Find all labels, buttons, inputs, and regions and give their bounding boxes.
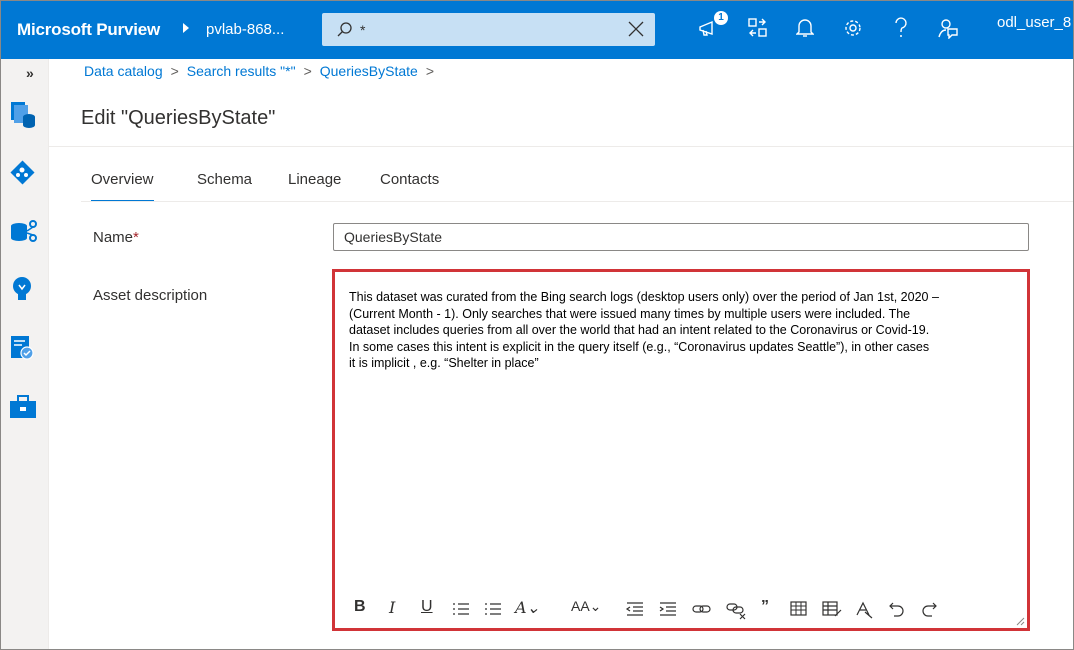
insert-table-icon[interactable] xyxy=(789,598,811,620)
description-editor[interactable]: This dataset was curated from the Bing s… xyxy=(332,269,1030,631)
divider xyxy=(81,201,1073,202)
font-size-icon[interactable]: AA⌄ xyxy=(571,598,601,620)
chevron-right-icon: > xyxy=(425,63,434,79)
page-title: Edit "QueriesByState" xyxy=(81,107,276,129)
resize-handle-icon[interactable] xyxy=(1015,616,1025,626)
link-icon[interactable] xyxy=(691,598,713,620)
quote-icon[interactable]: ” xyxy=(761,598,769,620)
tab-lineage[interactable]: Lineage xyxy=(288,171,341,202)
clear-search-icon[interactable] xyxy=(627,20,645,38)
notification-badge: 1 xyxy=(714,11,728,25)
insights-icon[interactable] xyxy=(8,275,38,305)
redo-icon[interactable] xyxy=(919,598,939,620)
description-text[interactable]: This dataset was curated from the Bing s… xyxy=(349,289,1017,372)
tab-contacts[interactable]: Contacts xyxy=(380,171,439,202)
breadcrumb-asset[interactable]: QueriesByState xyxy=(320,63,418,79)
description-line: This dataset was curated from the Bing s… xyxy=(349,290,939,304)
gear-icon[interactable] xyxy=(842,17,864,39)
app-frame: Microsoft Purview pvlab-868... * 1 odl_u… xyxy=(0,0,1074,650)
underline-icon[interactable]: U xyxy=(421,598,433,620)
tab-overview[interactable]: Overview xyxy=(91,171,154,202)
data-catalog-icon[interactable] xyxy=(8,99,38,129)
required-marker: * xyxy=(133,229,139,246)
tab-schema[interactable]: Schema xyxy=(197,171,252,202)
management-icon[interactable] xyxy=(8,392,38,422)
clear-format-icon[interactable] xyxy=(853,598,875,620)
description-line: it is implicit , e.g. “Shelter in place” xyxy=(349,356,539,370)
italic-icon[interactable]: I xyxy=(389,598,395,620)
decrease-indent-icon[interactable] xyxy=(625,598,645,620)
format-table-icon[interactable] xyxy=(821,598,843,620)
description-line: dataset includes queries from all over t… xyxy=(349,323,930,337)
breadcrumb-search-results[interactable]: Search results "*" xyxy=(187,63,296,79)
global-search-box[interactable]: * xyxy=(322,13,655,46)
breadcrumb: Data catalog > Search results "*" > QueriesB… xyxy=(84,63,442,79)
account-name[interactable]: pvlab-868... xyxy=(206,21,284,38)
breadcrumb-data-catalog[interactable]: Data catalog xyxy=(84,63,163,79)
description-label: Asset description xyxy=(93,287,208,304)
description-line: In some cases this intent is explicit in… xyxy=(349,339,930,354)
left-nav-rail: » xyxy=(1,59,49,649)
search-icon xyxy=(337,22,352,37)
search-input[interactable]: * xyxy=(360,22,365,38)
bulleted-list-icon[interactable] xyxy=(451,598,471,620)
font-color-icon[interactable]: A⌄ xyxy=(515,598,540,620)
help-icon[interactable] xyxy=(893,17,909,39)
increase-indent-icon[interactable] xyxy=(658,598,678,620)
user-name[interactable]: odl_user_8 xyxy=(997,14,1071,31)
bell-icon[interactable] xyxy=(796,17,814,39)
name-label-text: Name xyxy=(93,229,134,246)
top-bar: Microsoft Purview pvlab-868... * 1 odl_u… xyxy=(1,1,1073,59)
name-field[interactable]: QueriesByState xyxy=(333,223,1029,251)
policy-icon[interactable] xyxy=(8,333,38,363)
chevron-right-icon: > xyxy=(303,63,312,79)
bold-icon[interactable]: B xyxy=(354,598,366,620)
data-map-icon[interactable] xyxy=(8,158,38,188)
expand-icon[interactable]: » xyxy=(26,65,34,81)
name-label: Name* xyxy=(93,229,139,246)
product-name[interactable]: Microsoft Purview xyxy=(17,20,160,40)
feedback-icon[interactable] xyxy=(937,17,959,39)
numbered-list-icon[interactable] xyxy=(483,598,503,620)
description-line: (Current Month - 1). Only searches that … xyxy=(349,306,911,321)
account-chevron-icon xyxy=(183,23,189,33)
undo-icon[interactable] xyxy=(887,598,907,620)
data-estate-icon[interactable] xyxy=(8,216,38,246)
chevron-right-icon: > xyxy=(170,63,179,79)
divider xyxy=(49,146,1073,147)
directory-switch-icon[interactable] xyxy=(747,17,769,39)
unlink-icon[interactable] xyxy=(725,598,747,620)
